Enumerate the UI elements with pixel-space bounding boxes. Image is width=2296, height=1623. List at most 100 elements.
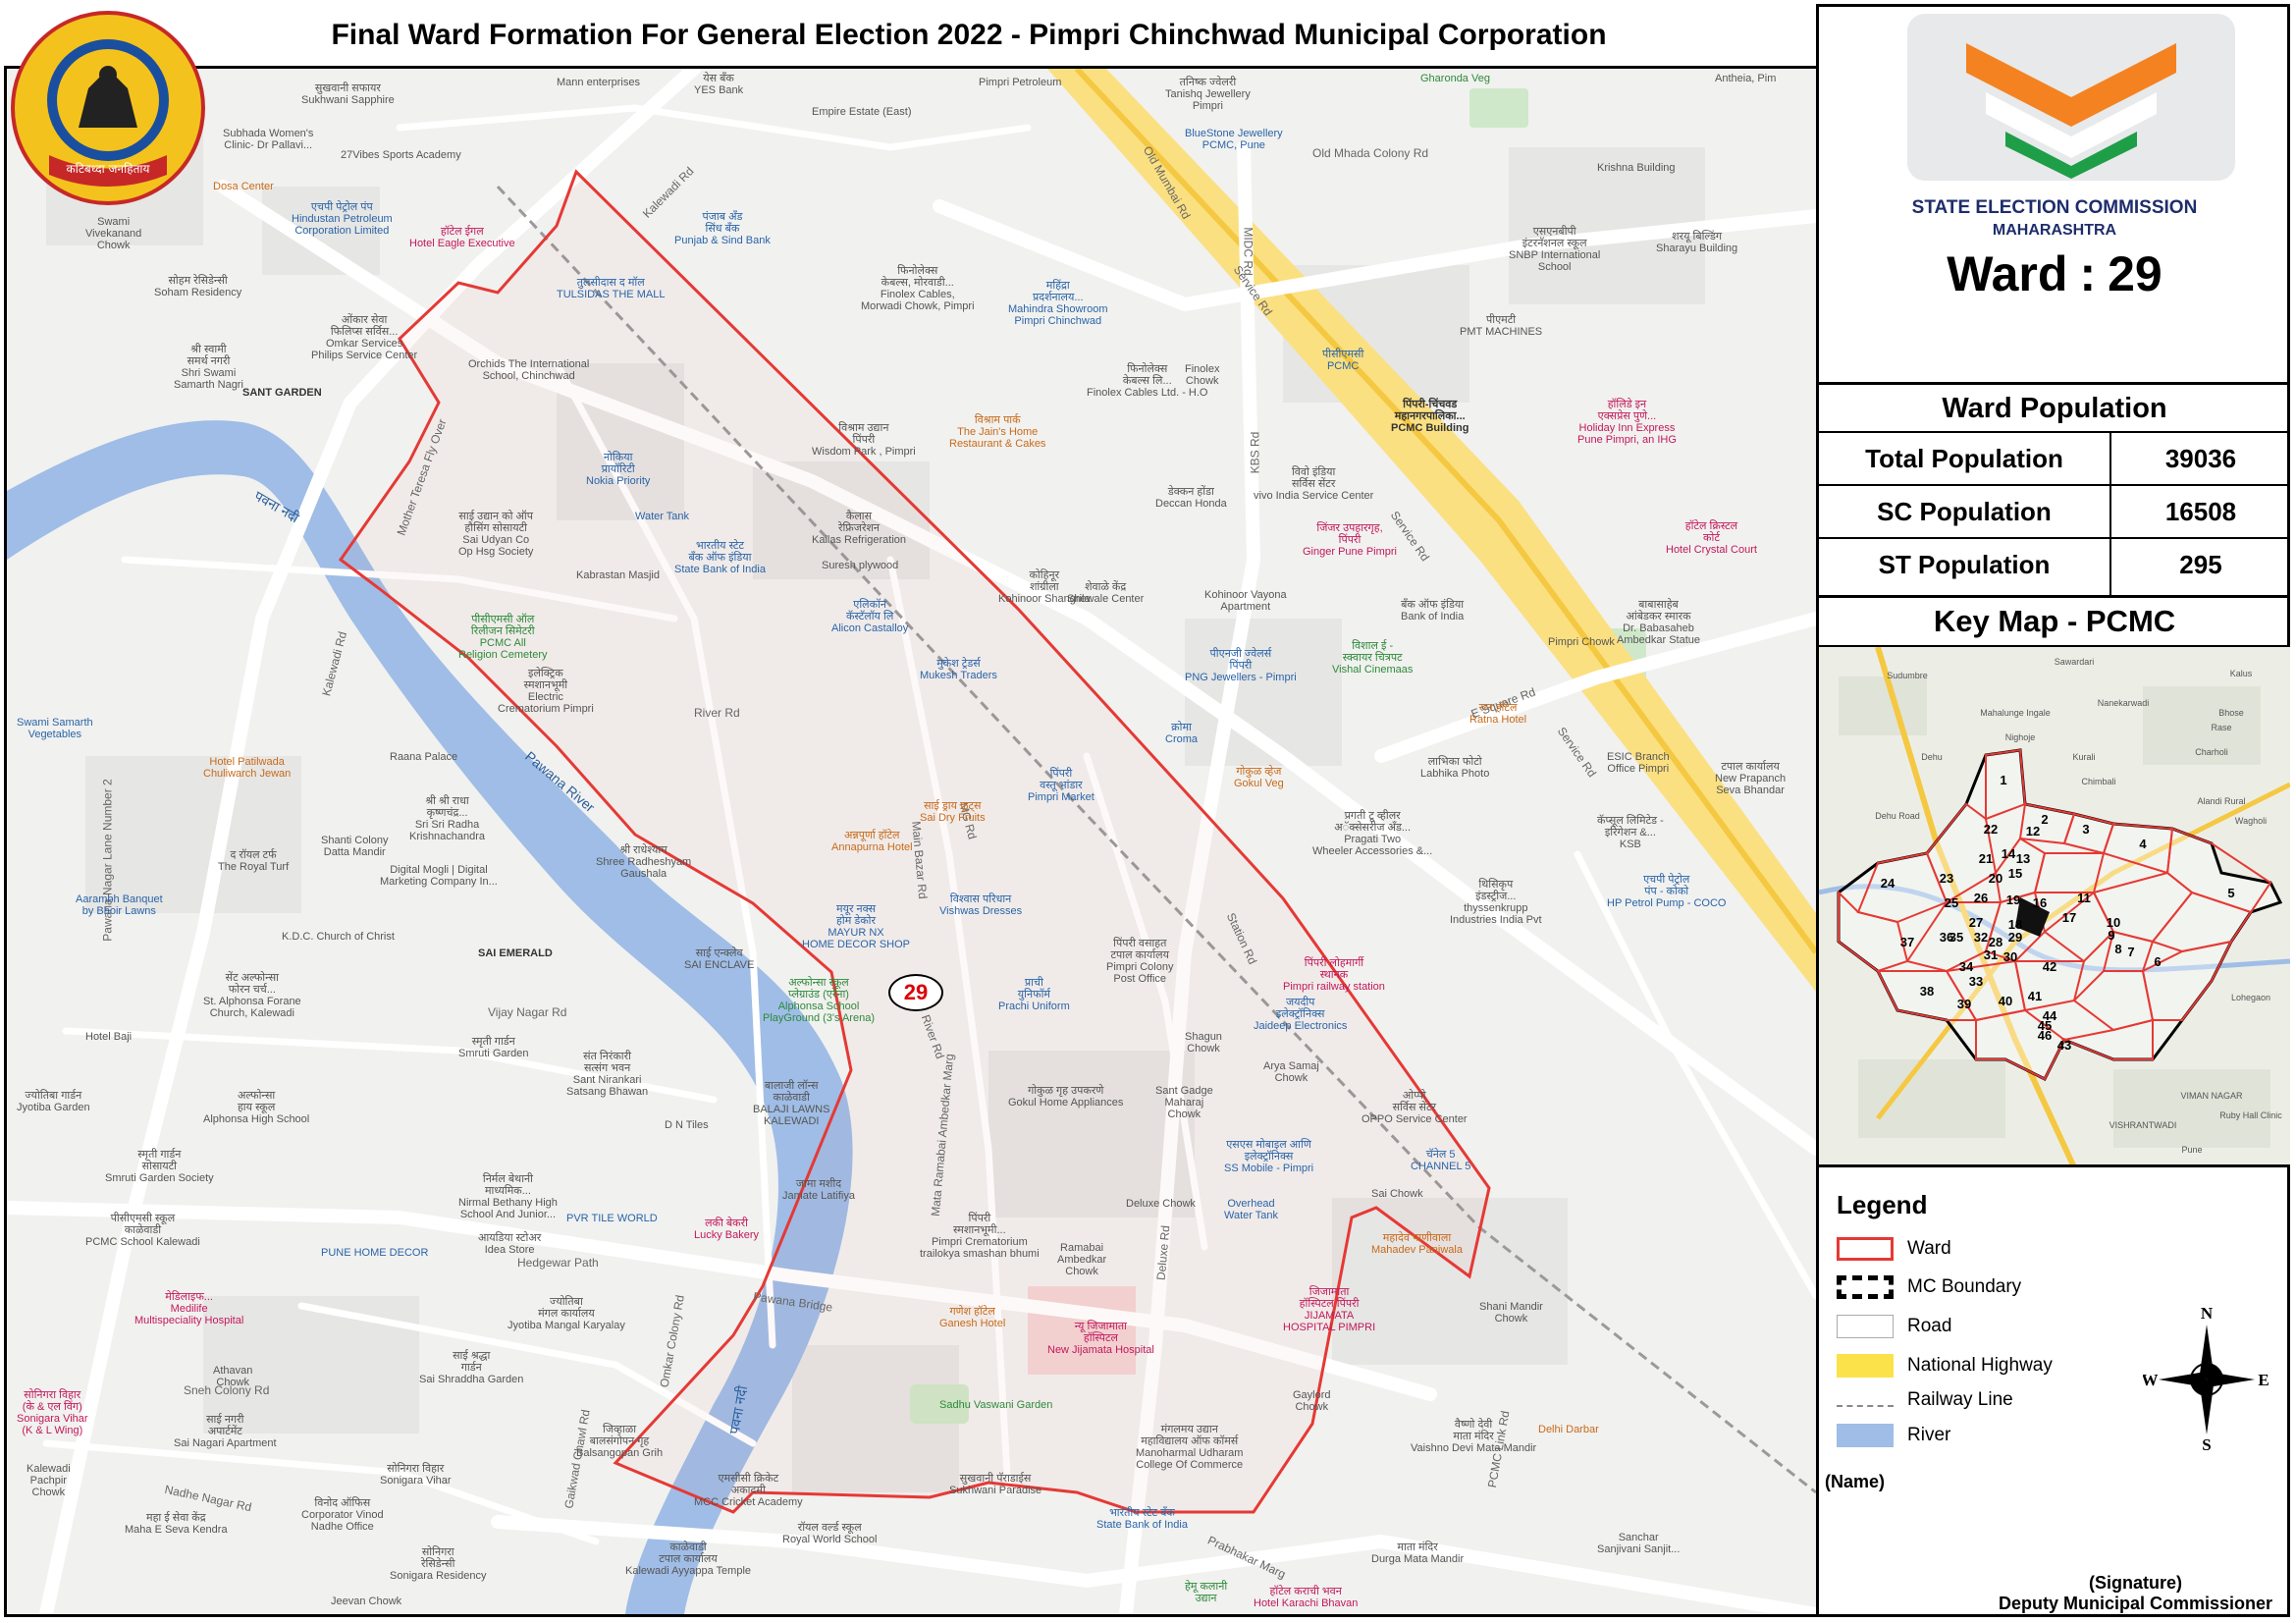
poi-water-tank[interactable]: Water Tank <box>635 511 689 522</box>
poi-alphonsa-high[interactable]: अल्फोन्सा हाय स्कूल Alphonsa High School <box>203 1090 309 1125</box>
poi-sant-nirankari[interactable]: संत निरंकारी सत्संग भवन Sant Nirankari Sats… <box>566 1051 648 1098</box>
poi-overhead-tank[interactable]: Overhead Water Tank <box>1224 1198 1278 1221</box>
poi-smruti-society[interactable]: स्मृती गार्डन सोसायटी Smruti Garden Societ… <box>105 1149 214 1184</box>
poi-vaishno-devi[interactable]: वैष्णो देवी माता मंदिर Vaishno Devi Mata M… <box>1411 1419 1536 1454</box>
poi-pimpri-station[interactable]: पिंपरी लोहमार्गी स्थानक Pimpri railway sta… <box>1283 957 1385 993</box>
poi-lucky-bakery[interactable]: लकी बेकरी Lucky Bakery <box>694 1217 759 1241</box>
poi-radha-krishna[interactable]: श्री श्री राधा कृष्णचंद्र... Sri Sri Radha… <box>409 795 485 842</box>
poi-deccan-honda[interactable]: डेक्कन होंडा Deccan Honda <box>1155 486 1227 510</box>
poi-radheshyam[interactable]: श्री राधेश्याम Shree Radheshyam Gaushala <box>596 844 691 880</box>
poi-sai-shraddha[interactable]: साई श्रद्धा गार्डन Sai Shraddha Garden <box>419 1350 523 1385</box>
poi-finolex-cables[interactable]: फिनोलेक्स केबल्स, मोरवाडी... Finolex Cable… <box>861 265 975 312</box>
poi-gharonda[interactable]: Gharonda Veg <box>1420 73 1490 84</box>
poi-sonigara-residency[interactable]: सोनिगरा रेसिडेन्सी Sonigara Residency <box>390 1546 486 1582</box>
poi-nokia[interactable]: नोकिया प्रायॉरिटी Nokia Priority <box>586 452 650 487</box>
poi-omkar-services[interactable]: ओंकार सेवा फिलिप्स सर्विस... Omkar Service… <box>311 314 417 361</box>
poi-medilife[interactable]: मेडिलाइफ... Medilife Multispeciality Hospi… <box>134 1291 243 1326</box>
poi-vivo[interactable]: विवो इंडिया सर्विस सेंटर vivo India Servic… <box>1254 466 1373 502</box>
poi-hp-coco[interactable]: एचपी पेट्रोल पंप - कोको HP Petrol Pump - C… <box>1607 874 1726 909</box>
poi-crystal[interactable]: हॉटेल क्रिस्टल कोर्ट Hotel Crystal Court <box>1666 520 1757 556</box>
poi-hindustan-petroleum[interactable]: एचपी पेट्रोल पंप Hindustan Petroleum Corpo… <box>292 201 393 237</box>
poi-prachi[interactable]: प्राची युनिफॉर्म Prachi Uniform <box>998 977 1070 1012</box>
poi-labhika[interactable]: लाभिका फोटो Labhika Photo <box>1420 756 1489 780</box>
poi-shri-swami[interactable]: श्री स्वामी समर्थ नगरी Shri Swami Samarth N… <box>174 344 243 391</box>
poi-hemu-kalani[interactable]: हेमू कलानी उद्यान <box>1185 1581 1227 1604</box>
poi-sai-enclave[interactable]: साई एन्क्लेव SAI ENCLAVE <box>684 947 754 971</box>
poi-electric-crematorium[interactable]: इलेक्ट्रिक स्मशानभूमी Electric Crematorium … <box>498 668 594 715</box>
poi-pcmc-religion[interactable]: पीसीएमसी ऑल रिलीजन सिमेटरी PCMC All Religio… <box>458 614 547 661</box>
poi-mukesh[interactable]: मुकेश ट्रेडर्स Mukesh Traders <box>920 658 997 681</box>
poi-tulsidas[interactable]: तुलसीदास द मॉल TULSIDAS THE MALL <box>557 277 665 300</box>
poi-sai-udyan[interactable]: साई उद्यान को ऑप हौसिंग सोसायटी Sai Udyan … <box>458 511 533 558</box>
poi-pimpri-petroleum[interactable]: Pimpri Petroleum <box>979 77 1061 88</box>
poi-kdc[interactable]: K.D.C. Church of Christ <box>282 931 395 943</box>
poi-ratna[interactable]: रत्न हॉटेल Ratna Hotel <box>1469 702 1526 726</box>
poi-capsule[interactable]: कॅप्सूल लिमिटेड - इरिगेशन &... KSB <box>1597 815 1664 850</box>
poi-new-jijamata[interactable]: न्यू जिजामाता हॉस्पिटल New Jijamata Hospit… <box>1047 1321 1154 1356</box>
poi-suresh[interactable]: Suresh plywood <box>822 560 898 571</box>
poi-hotel-baji-label[interactable]: Hotel Baji <box>85 1031 132 1043</box>
poi-idea-store[interactable]: आयडिया स्टोअर Idea Store <box>478 1232 541 1256</box>
poi-ayyappa[interactable]: काळेवाडी टपाल कार्यालय Kalewadi Ayyappa Te… <box>625 1542 751 1577</box>
poi-sant-garden[interactable]: SANT GARDEN <box>242 387 322 399</box>
poi-channel5[interactable]: चॅनेल 5 CHANNEL 5 <box>1411 1149 1470 1172</box>
poi-sonigara-kl[interactable]: सोनिगरा विहार (के & एल विंग) Sonigara Viha… <box>17 1389 88 1436</box>
key-map[interactable]: 1 2 3 4 5 6 7 8 9 10 11 12 13 14 15 16 17 18 19 20 21 22 23 24 2… <box>1819 647 2290 1167</box>
poi-sbi-2[interactable]: भारतीय स्टेट बँक State Bank of India <box>1096 1507 1188 1531</box>
poi-gokul-veg[interactable]: गोकुळ व्हेज Gokul Veg <box>1234 766 1284 789</box>
poi-pragati[interactable]: प्रगती टू व्हीलर अॅक्सेसरीज अँड... Pragati… <box>1312 810 1432 857</box>
poi-orchids[interactable]: Orchids The International School, Chinchw… <box>468 358 589 382</box>
poi-sonigara-vihar[interactable]: सोनिगरा विहार Sonigara Vihar <box>380 1463 452 1487</box>
poi-sukhwani-paradise[interactable]: सुखवानी पॅराडाईस Sukhwani Paradise <box>949 1473 1041 1496</box>
poi-sai-emerald[interactable]: SAI EMERALD <box>478 947 553 959</box>
poi-post-office[interactable]: पिंपरी वसाहत टपाल कार्यालय Pimpri Colony Po… <box>1106 938 1173 985</box>
poi-pcmc-metro[interactable]: पीसीएमसी PCMC <box>1322 349 1363 372</box>
poi-sanchar[interactable]: Sanchar Sanjivani Sanjit... <box>1597 1532 1680 1555</box>
poi-alicon[interactable]: एलिकॉन कॅस्टॅलॉय लि Alicon Castalloy <box>831 599 908 634</box>
poi-mcc-cricket[interactable]: एमसीसी क्रिकेट अकादमी MCC Cricket Academy <box>694 1473 803 1508</box>
poi-mayur[interactable]: मयूर नक्स होम डेकोर MAYUR NX HOME DECOR SHO… <box>802 903 910 950</box>
poi-ganesh-hotel[interactable]: गणेश हॉटेल Ganesh Hotel <box>939 1306 1005 1329</box>
poi-sukhwani[interactable]: सुखवानी सफायर Sukhwani Sapphire <box>301 82 395 106</box>
poi-dosa[interactable]: Dosa Center <box>213 181 274 192</box>
poi-punjab-sind[interactable]: पंजाब अँड सिंध बँक Punjab & Sind Bank <box>674 211 771 246</box>
poi-holiday-inn[interactable]: हॉलिडे इन एक्सप्रेस पुणे... Holiday Inn Ex… <box>1577 399 1677 446</box>
poi-ss-mobile[interactable]: एसएस मोबाइल आणि इलेक्ट्रॉनिक्स SS Mobile -… <box>1224 1139 1313 1174</box>
poi-ambedkar-statue[interactable]: बाबासाहेब आंबेडकर स्मारक Dr. Babasaheb Ambe… <box>1617 599 1700 646</box>
poi-hotel-eagle[interactable]: हॉटेल ईगल Hotel Eagle Executive <box>409 226 515 249</box>
poi-hotel-patilwada[interactable]: Hotel Patilwada Chuliwarch Jewan <box>203 756 291 780</box>
poi-shanti-colony[interactable]: Shanti Colony Datta Mandir <box>321 835 389 858</box>
poi-pcmc-school[interactable]: पीसीएमसी स्कूल काळेवाडी PCMC School Kalewa… <box>85 1213 200 1248</box>
poi-new-prapanch[interactable]: टपाल कार्यालय New Prapanch Seva Bhandar <box>1715 761 1786 796</box>
poi-kohinoor-vayona[interactable]: Kohinoor Vayona Apartment <box>1204 589 1287 613</box>
poi-jaideep[interactable]: जयदीप इलेक्ट्रॉनिक्स Jaideep Electronics <box>1254 997 1347 1032</box>
poi-pimpri-crematorium[interactable]: पिंपरी स्मशानभूमी... Pimpri Crematorium tra… <box>920 1213 1040 1260</box>
poi-delhi-darbar[interactable]: Delhi Darbar <box>1538 1424 1599 1435</box>
poi-pune-home-decor[interactable]: PUNE HOME DECOR <box>321 1247 428 1259</box>
poi-oppo[interactable]: ओप्पो सर्विस सेंटर OPPO Service Center <box>1362 1090 1468 1125</box>
poi-jijamata[interactable]: जिजामाता हॉस्पिटल पिंपरी JIJAMATA HOSPITAL … <box>1283 1286 1375 1333</box>
poi-kabrastan[interactable]: Kabrastan Masjid <box>576 569 660 581</box>
poi-empire[interactable]: Empire Estate (East) <box>812 106 911 118</box>
poi-mann[interactable]: Mann enterprises <box>557 77 640 88</box>
poi-mahadev[interactable]: महादेव पाणीवाला Mahadev Paniwala <box>1371 1232 1463 1256</box>
poi-nirmal-bethany[interactable]: निर्मल बेथानी माध्यमिक... Nirmal Bethany H… <box>458 1173 558 1220</box>
poi-pmt[interactable]: पीएमटी PMT MACHINES <box>1460 314 1542 338</box>
poi-sbi[interactable]: भारतीय स्टेट बँक ऑफ इंडिया State Bank of I… <box>674 540 766 575</box>
poi-antheia[interactable]: Antheia, Pim <box>1715 73 1776 84</box>
poi-alphonsa-church[interactable]: सेंट अल्फोन्सा फोरन चर्च... St. Alphonsa F… <box>203 972 301 1019</box>
poi-krishna[interactable]: Krishna Building <box>1597 162 1676 174</box>
poi-kailas[interactable]: कैलास रेफ्रिजरेशन Kailas Refrigeration <box>812 511 906 546</box>
poi-karachi[interactable]: हॉटेल कराची भवन Hotel Karachi Bhavan <box>1254 1586 1358 1609</box>
poi-raana-palace[interactable]: Raana Palace <box>390 751 457 763</box>
poi-jyotiba-mangal[interactable]: ज्योतिबा मंगल कार्यालय Jyotiba Mangal Kary… <box>507 1296 625 1331</box>
poi-27vibes[interactable]: 27Vibes Sports Academy <box>341 149 461 161</box>
poi-balaji-lawns[interactable]: बालाजी लॉन्स काळेवाडी BALAJI LAWNS KALEWADI <box>753 1080 829 1127</box>
poi-wisdom-park[interactable]: विश्राम उद्यान पिंपरी Wisdom Park , Pimpri <box>812 422 916 458</box>
poi-finolex-hq[interactable]: फिनोलेक्स केबल्स लि... Finolex Cables Ltd.… <box>1087 363 1208 399</box>
poi-gokul-appliances[interactable]: गोकुळ गृह उपकरणे Gokul Home Appliances <box>1008 1085 1123 1109</box>
poi-jains-home[interactable]: विश्राम पार्क The Jain's Home Restaurant &… <box>949 414 1045 450</box>
poi-vishwas[interactable]: विश्वास परिधान Vishwas Dresses <box>939 893 1022 917</box>
ward-number-tag[interactable]: 29 <box>888 974 943 1011</box>
poi-yes-bank[interactable]: येस बँक YES Bank <box>694 73 743 96</box>
